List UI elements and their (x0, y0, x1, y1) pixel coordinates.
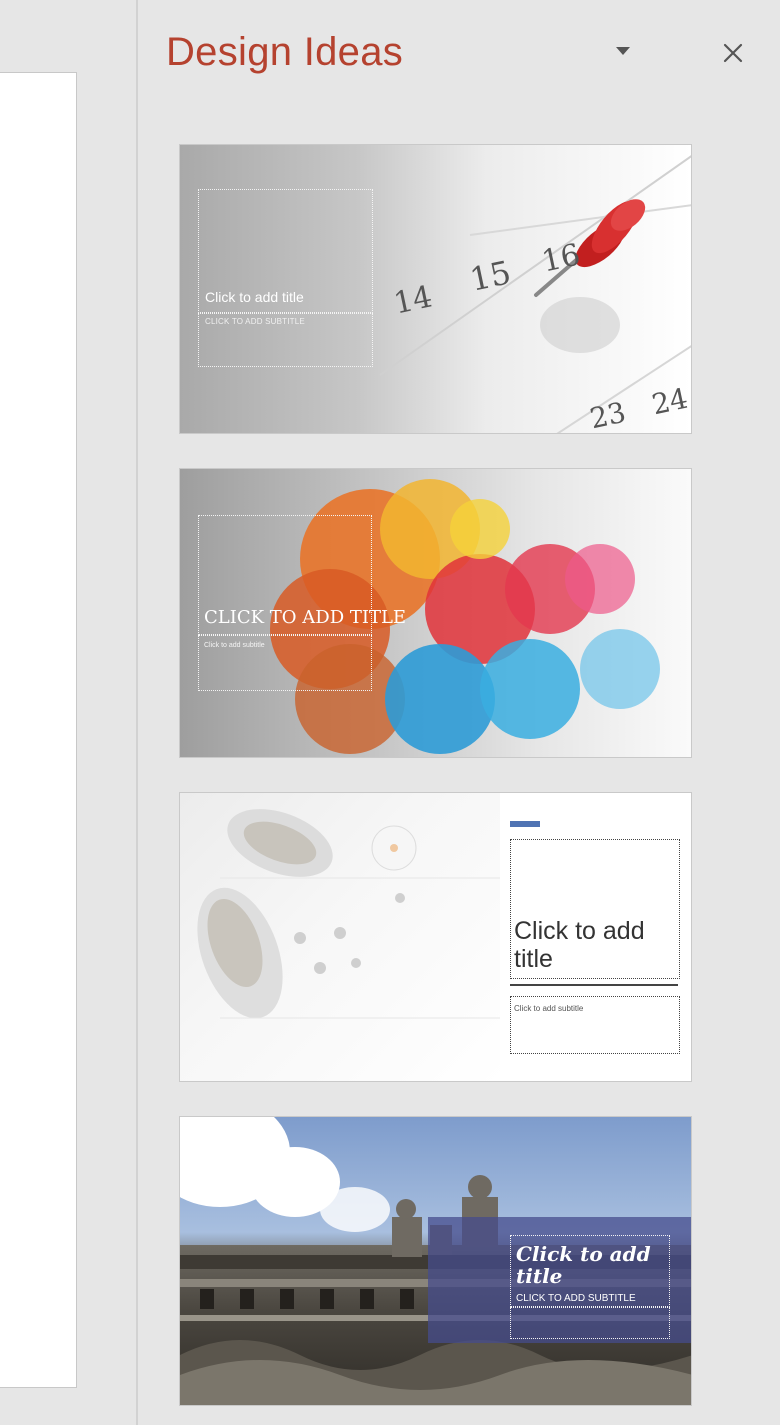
calendar-day: 23 (586, 395, 629, 434)
title-placeholder: CLICK TO ADD TITLE (204, 607, 407, 628)
subtitle-placeholder: CLICK TO ADD SUBTITLE (205, 317, 305, 326)
editor-area (0, 0, 136, 1425)
design-idea-calendar-pin[interactable]: 14 15 16 23 24 Click to add title CLICK … (179, 144, 692, 434)
close-icon (723, 43, 743, 63)
subtitle-placeholder: Click to add subtitle (204, 642, 265, 649)
pane-title: Design Ideas (166, 30, 404, 74)
subtitle-placeholder: Click to add subtitle (514, 1004, 584, 1013)
close-pane-button[interactable] (716, 36, 750, 70)
design-idea-color-smoke[interactable]: CLICK TO ADD TITLE Click to add subtitle (179, 468, 692, 758)
design-ideas-pane: Design Ideas 14 15 16 23 24 Click to add… (138, 0, 780, 1425)
title-underline (510, 984, 678, 986)
slide-canvas[interactable] (0, 72, 77, 1388)
dropdown-triangle-icon (616, 47, 630, 55)
subtitle-placeholder: CLICK TO ADD SUBTITLE (516, 1293, 636, 1304)
baby-shoes-photo (180, 793, 500, 1081)
title-placeholder: Click to add title (205, 289, 304, 305)
subtitle-placeholder-box (510, 1307, 670, 1339)
title-placeholder: Click to add title (514, 917, 645, 973)
pane-options-button[interactable] (608, 36, 638, 66)
design-idea-baby-shoes[interactable]: Click to add title Click to add subtitle (179, 792, 692, 1082)
design-idea-statues[interactable]: Click to add title CLICK TO ADD SUBTITLE (179, 1116, 692, 1406)
accent-bar (510, 821, 540, 827)
title-placeholder: Click to add title (516, 1242, 651, 1288)
